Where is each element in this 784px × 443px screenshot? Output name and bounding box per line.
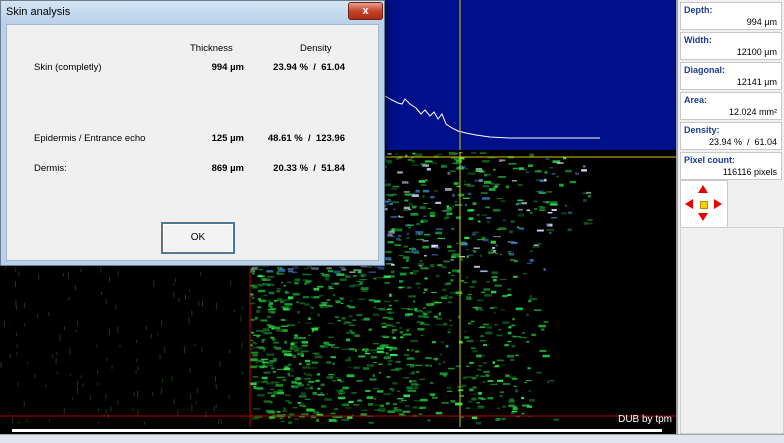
width-value: 12100 µm <box>736 47 777 57</box>
width-label: Width: <box>684 35 712 45</box>
width-box: Width: 12100 µm <box>680 32 782 60</box>
area-label: Area: <box>684 95 708 105</box>
depth-value: 994 µm <box>746 17 777 27</box>
arrow-left-icon[interactable] <box>685 199 693 209</box>
diagonal-label: Diagonal: <box>684 65 726 75</box>
measurement-panel: Depth: 994 µm Width: 12100 µm Diagonal: … <box>676 0 784 434</box>
scrollbar-segment <box>12 429 212 432</box>
scrollbar-segment <box>212 429 422 432</box>
dialog-content: Thickness Density Skin (completly) 994 µ… <box>6 24 379 261</box>
pixel-count-label: Pixel count: <box>684 155 736 165</box>
area-box: Area: 12.024 mm² <box>680 92 782 120</box>
scan-scrollbar[interactable] <box>0 427 676 434</box>
histogram-curve <box>384 95 600 139</box>
arrow-up-icon[interactable] <box>698 185 708 193</box>
density-label: Density: <box>684 125 720 135</box>
scrollbar-segment <box>422 429 662 432</box>
close-icon: x <box>362 5 369 17</box>
area-value: 12.024 mm² <box>728 107 777 117</box>
panel-empty-area <box>680 227 784 434</box>
row-skin-thickness: 994 µm <box>211 62 244 73</box>
watermark-label: DUB by tpm <box>618 414 672 425</box>
ok-button[interactable]: OK <box>162 223 234 253</box>
diagonal-value: 12141 µm <box>736 77 777 87</box>
row-dermis-label: Dermis: <box>34 163 67 174</box>
row-epidermis-density: 48.61 % / 123.96 <box>267 133 345 144</box>
center-dot-icon[interactable] <box>700 201 708 209</box>
row-epidermis-thickness: 125 µm <box>211 133 244 144</box>
arrow-down-icon[interactable] <box>698 213 708 221</box>
pixel-count-box: Pixel count: 116116 pixels <box>680 152 782 180</box>
skin-analysis-dialog: Skin analysis x Thickness Density Skin (… <box>0 0 385 266</box>
density-box: Density: 23.94 % / 61.04 <box>680 122 782 150</box>
row-skin-label: Skin (completly) <box>34 62 102 73</box>
depth-box: Depth: 994 µm <box>680 2 782 30</box>
row-dermis-density: 20.33 % / 51.84 <box>273 163 345 174</box>
density-header: Density <box>300 43 332 54</box>
thickness-header: Thickness <box>190 43 233 54</box>
ok-button-label: OK <box>190 232 206 243</box>
row-dermis-thickness: 869 µm <box>211 163 244 174</box>
row-epidermis-label: Epidermis / Entrance echo <box>34 133 146 144</box>
depth-label: Depth: <box>684 5 713 15</box>
row-skin-density: 23.94 % / 61.04 <box>273 62 345 73</box>
dialog-titlebar[interactable]: Skin analysis x <box>1 1 384 23</box>
close-button[interactable]: x <box>348 2 383 20</box>
arrow-right-icon[interactable] <box>714 199 722 209</box>
diagonal-box: Diagonal: 12141 µm <box>680 62 782 90</box>
dialog-title: Skin analysis <box>6 6 71 18</box>
navigation-pad <box>680 180 728 228</box>
pixel-count-value: 116116 pixels <box>722 167 777 177</box>
density-value: 23.94 % / 61.04 <box>708 137 777 147</box>
